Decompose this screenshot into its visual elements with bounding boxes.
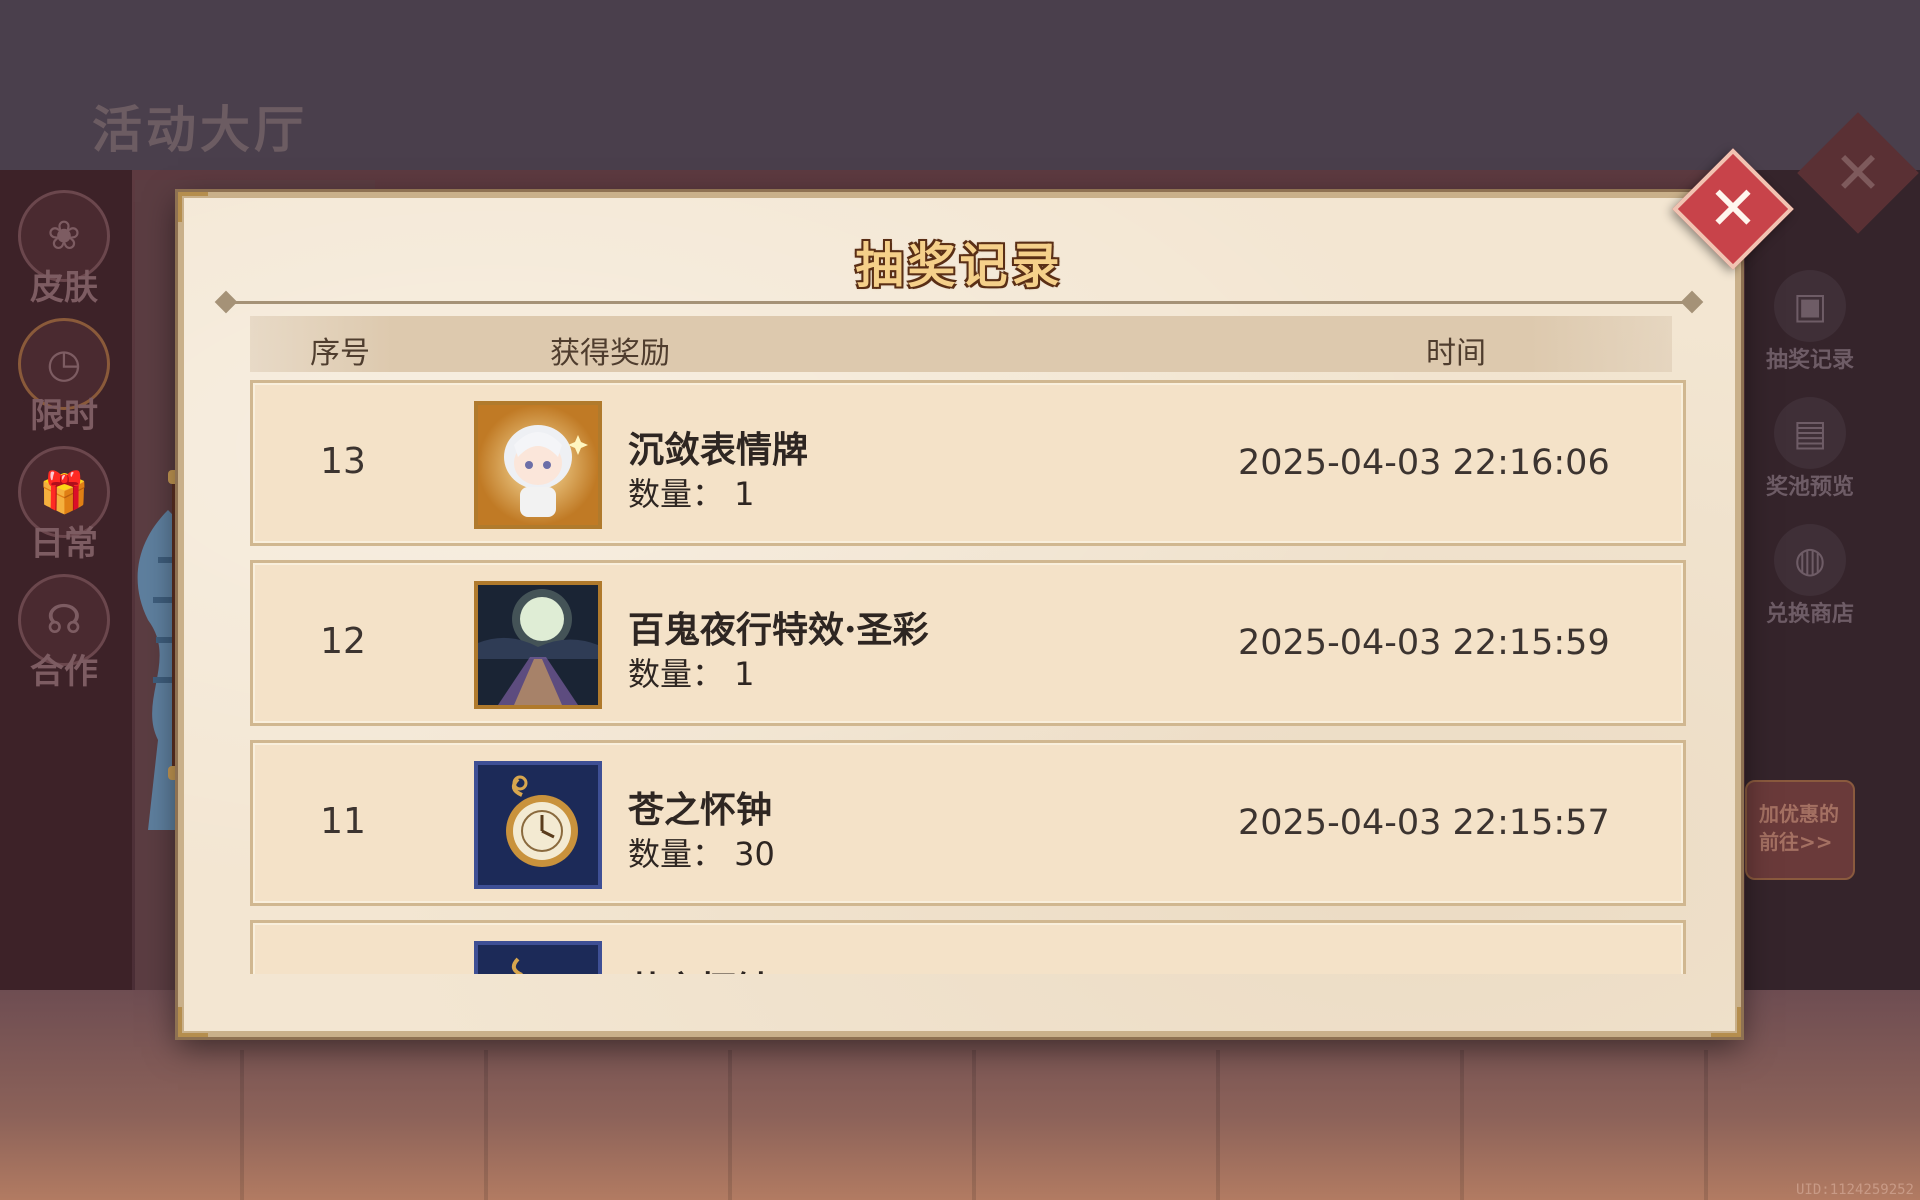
hall-title: 活动大厅	[92, 100, 308, 159]
reward-quantity: 数量： 1	[628, 475, 755, 513]
pocket-watch-icon	[474, 761, 602, 889]
left-nav-item-limited[interactable]: ◷ 限时	[16, 318, 112, 438]
record-list[interactable]: 13 沉敛表情牌 数量： 1 2025-04-03 22:16:06 12 百鬼…	[250, 380, 1686, 974]
right-menu-draw-record[interactable]: ▣ 抽奖记录	[1755, 270, 1865, 374]
corner-ornament	[178, 1007, 208, 1037]
left-nav-label: 皮肤	[30, 268, 98, 308]
reward-quantity: 数量： 1	[628, 655, 755, 693]
table-header: 序号 获得奖励 时间	[250, 316, 1672, 372]
moon-night-icon	[474, 581, 602, 709]
close-icon: ✕	[1833, 139, 1883, 207]
reward-quantity: 数量： 30	[628, 835, 775, 873]
pocket-watch-icon	[474, 941, 602, 974]
header-reward: 获得奖励	[550, 336, 670, 371]
title-divider	[226, 301, 1692, 304]
close-icon: ✕	[1707, 174, 1759, 244]
left-nav-item-daily[interactable]: 🎁 日常	[16, 446, 112, 566]
cat-shop-icon: ◍	[1774, 524, 1846, 596]
right-menu-label: 抽奖记录	[1765, 348, 1854, 373]
table-row: 13 沉敛表情牌 数量： 1 2025-04-03 22:16:06	[250, 380, 1686, 546]
draw-record-dialog: 抽奖记录 序号 获得奖励 时间 13 沉敛表情牌 数量： 1 2025-04-0…	[178, 192, 1741, 1037]
uid-label: UID:1124259252	[1795, 1182, 1914, 1198]
header-time: 时间	[1426, 336, 1486, 371]
table-row: 12 百鬼夜行特效·圣彩 数量： 1 2025-04-03 22:15:59	[250, 560, 1686, 726]
document-icon: ▤	[1774, 397, 1846, 469]
right-menu-label: 兑换商店	[1765, 602, 1854, 627]
right-menu-label: 奖池预览	[1765, 475, 1854, 500]
right-menu-pool-preview[interactable]: ▤ 奖池预览	[1755, 397, 1865, 501]
left-nav-label: 合作	[30, 652, 98, 692]
right-menu-exchange-shop[interactable]: ◍ 兑换商店	[1755, 524, 1865, 628]
promo-line: 加优惠的	[1759, 802, 1839, 826]
row-index: 13	[320, 441, 366, 482]
draw-time: 2025-04-03 22:15:57	[1238, 803, 1610, 843]
row-index: 11	[320, 801, 366, 842]
reward-name: 苍之怀钟	[628, 961, 772, 974]
left-nav-label: 日常	[30, 524, 98, 564]
promo-link: 前往>>	[1759, 830, 1833, 854]
row-index: 12	[320, 621, 366, 662]
gift-box-icon: ▣	[1774, 270, 1846, 342]
left-nav-label: 限时	[30, 396, 98, 436]
draw-time: 2025-04-03 22:16:06	[1238, 443, 1610, 483]
promo-banner[interactable]: 加优惠的 前往>>	[1745, 780, 1855, 880]
reward-name: 百鬼夜行特效·圣彩	[628, 609, 929, 651]
draw-time: 2025-04-03 22:15:59	[1238, 623, 1610, 663]
left-nav-item-skin[interactable]: ❀ 皮肤	[16, 190, 112, 310]
table-row: 11 苍之怀钟 数量： 30 2025-04-03 22:15:57	[250, 740, 1686, 906]
background-close-button[interactable]: ✕	[1797, 112, 1919, 234]
reward-name: 沉敛表情牌	[628, 429, 809, 471]
header-index: 序号	[310, 336, 370, 371]
table-row: 苍之怀钟	[250, 920, 1686, 974]
reward-name: 苍之怀钟	[628, 789, 773, 831]
corner-ornament	[178, 192, 208, 222]
floor-tiles	[0, 1050, 1920, 1200]
dialog-title: 抽奖记录	[855, 238, 1064, 294]
corner-ornament	[1711, 1007, 1741, 1037]
chibi-character-icon	[474, 401, 602, 529]
left-nav-item-collab[interactable]: ☊ 合作	[16, 574, 112, 694]
